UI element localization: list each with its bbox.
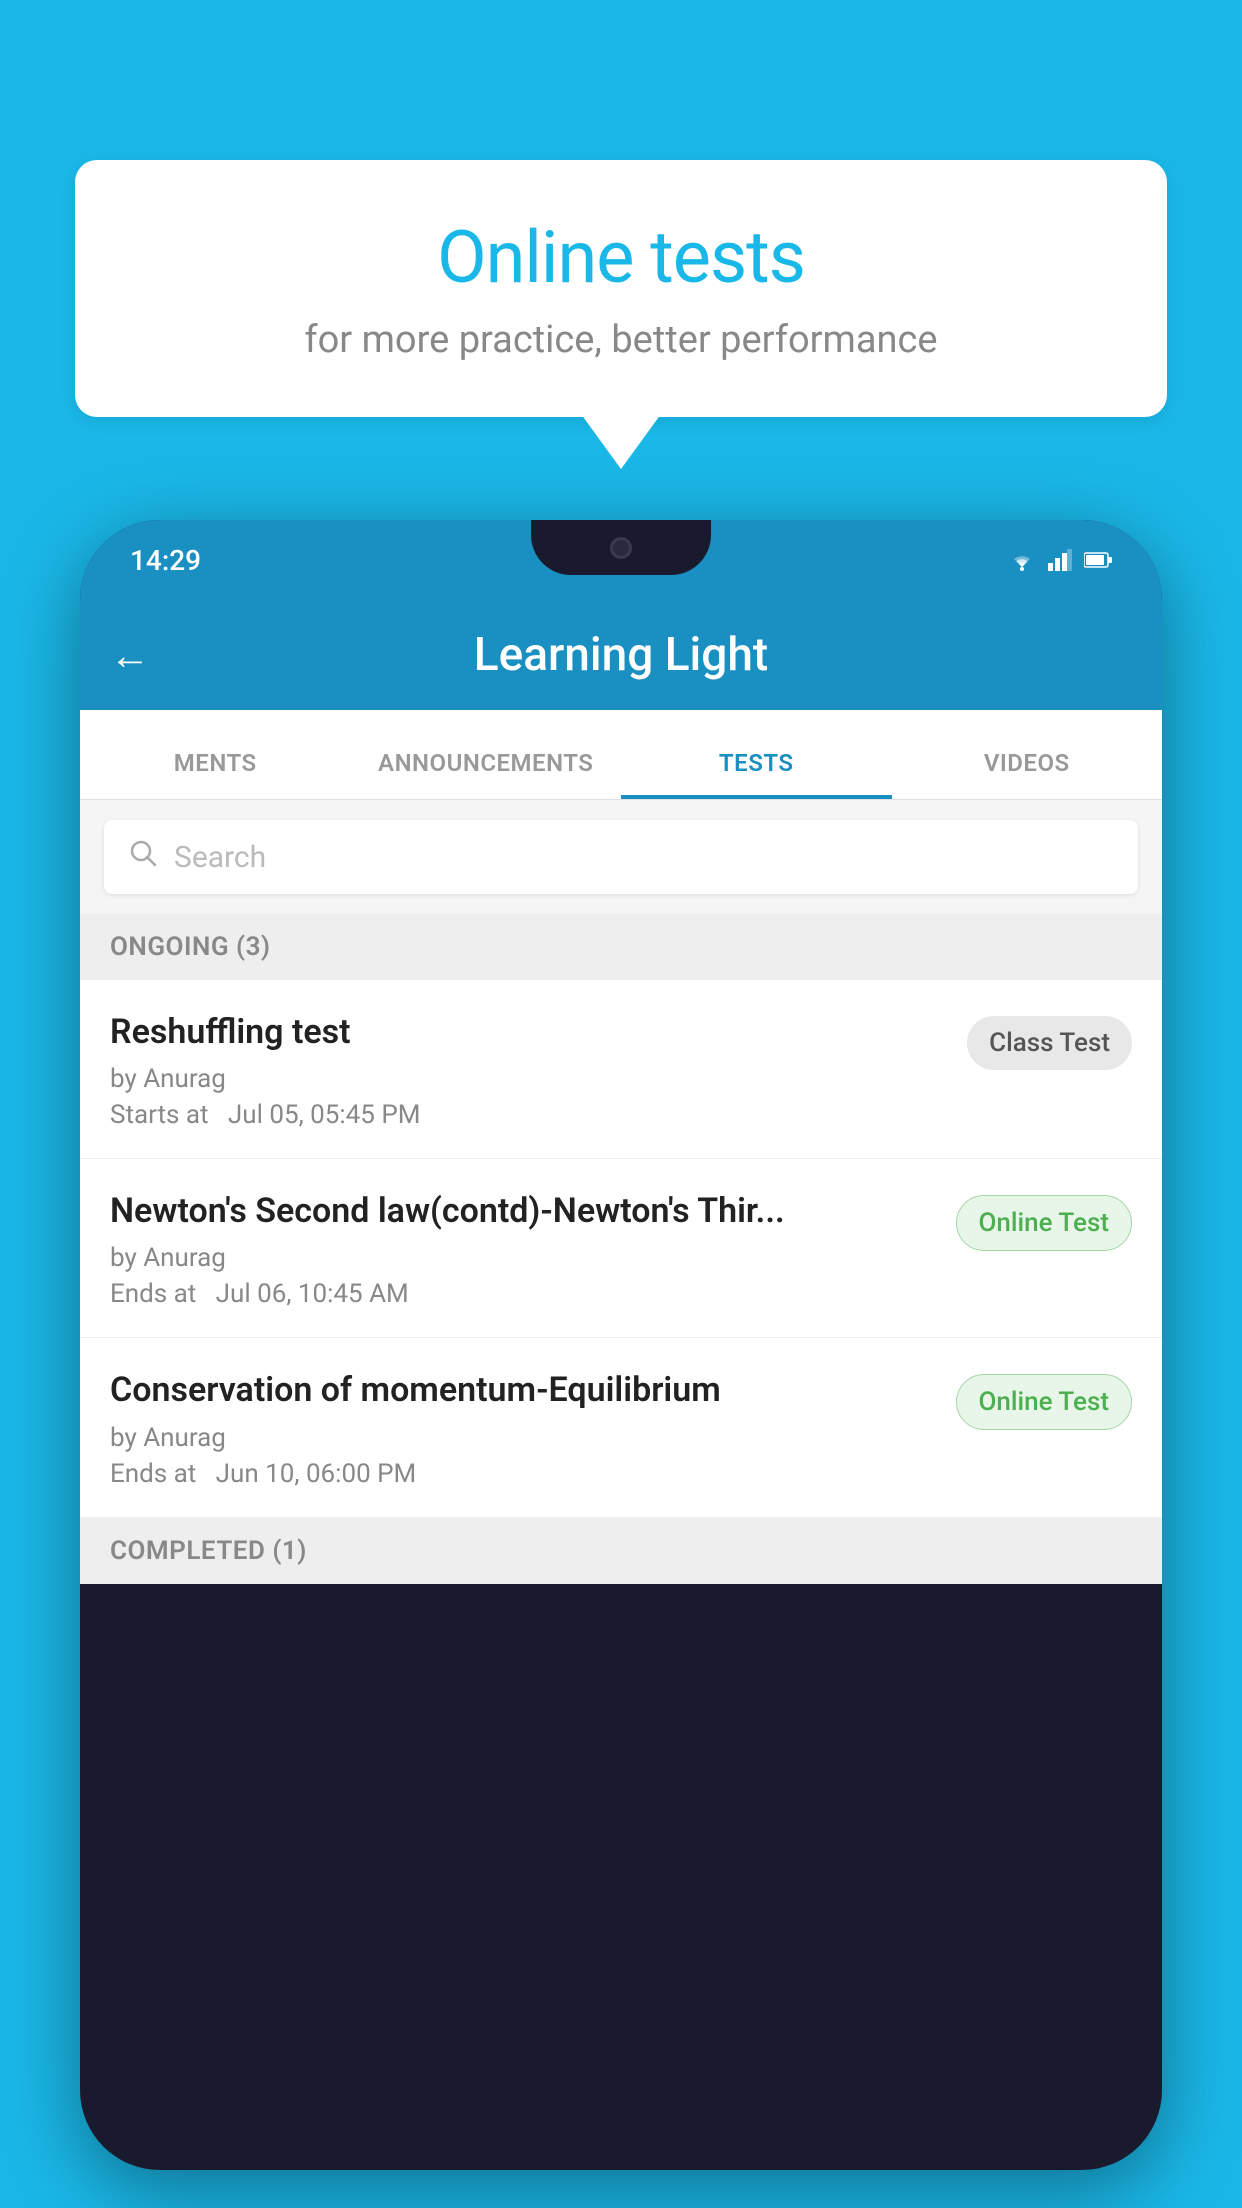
search-icon (128, 838, 158, 876)
search-bar[interactable]: Search (104, 820, 1138, 894)
test-time: Ends at Jun 10, 06:00 PM (110, 1459, 936, 1489)
tab-tests[interactable]: TESTS (621, 749, 892, 799)
signal-icon (1048, 549, 1072, 571)
phone-wrapper: 14:29 (80, 520, 1162, 2208)
class-test-badge: Class Test (967, 1016, 1132, 1070)
completed-section-header: COMPLETED (1) (80, 1518, 1162, 1584)
search-placeholder: Search (174, 840, 266, 875)
wifi-icon (1008, 549, 1036, 571)
test-time: Starts at Jul 05, 05:45 PM (110, 1100, 947, 1130)
test-list: Reshuffling test by Anurag Starts at Jul… (80, 980, 1162, 1518)
phone-notch (531, 520, 711, 575)
speech-bubble: Online tests for more practice, better p… (75, 160, 1167, 417)
tab-assignments[interactable]: MENTS (80, 749, 351, 799)
speech-bubble-container: Online tests for more practice, better p… (75, 160, 1167, 417)
test-author: by Anurag (110, 1064, 947, 1094)
online-test-badge: Online Test (956, 1195, 1133, 1251)
tab-announcements[interactable]: ANNOUNCEMENTS (351, 749, 622, 799)
status-bar: 14:29 (80, 520, 1162, 600)
test-info: Conservation of momentum-Equilibrium by … (110, 1368, 936, 1488)
ongoing-section-header: ONGOING (3) (80, 914, 1162, 980)
status-time: 14:29 (130, 544, 201, 577)
test-time: Ends at Jul 06, 10:45 AM (110, 1279, 936, 1309)
tab-bar: MENTS ANNOUNCEMENTS TESTS VIDEOS (80, 710, 1162, 800)
tab-videos[interactable]: VIDEOS (892, 749, 1163, 799)
speech-bubble-subtitle: for more practice, better performance (135, 318, 1107, 362)
status-icons (1008, 549, 1112, 571)
back-button[interactable]: ← (110, 632, 150, 679)
phone-screen: ← Learning Light MENTS ANNOUNCEMENTS TES… (80, 600, 1162, 1584)
phone-device: 14:29 (80, 520, 1162, 2170)
test-item[interactable]: Reshuffling test by Anurag Starts at Jul… (80, 980, 1162, 1159)
test-info: Reshuffling test by Anurag Starts at Jul… (110, 1010, 947, 1130)
test-item[interactable]: Conservation of momentum-Equilibrium by … (80, 1338, 1162, 1517)
test-info: Newton's Second law(contd)-Newton's Thir… (110, 1189, 936, 1309)
test-name: Reshuffling test (110, 1010, 947, 1054)
online-test-badge: Online Test (956, 1374, 1133, 1430)
speech-bubble-title: Online tests (135, 215, 1107, 300)
test-author: by Anurag (110, 1243, 936, 1273)
test-item[interactable]: Newton's Second law(contd)-Newton's Thir… (80, 1159, 1162, 1338)
test-name: Newton's Second law(contd)-Newton's Thir… (110, 1189, 936, 1233)
app-bar-title: Learning Light (180, 628, 1062, 682)
search-container: Search (80, 800, 1162, 914)
front-camera (610, 537, 632, 559)
app-bar: ← Learning Light (80, 600, 1162, 710)
battery-icon (1084, 551, 1112, 569)
test-name: Conservation of momentum-Equilibrium (110, 1368, 936, 1412)
test-author: by Anurag (110, 1423, 936, 1453)
